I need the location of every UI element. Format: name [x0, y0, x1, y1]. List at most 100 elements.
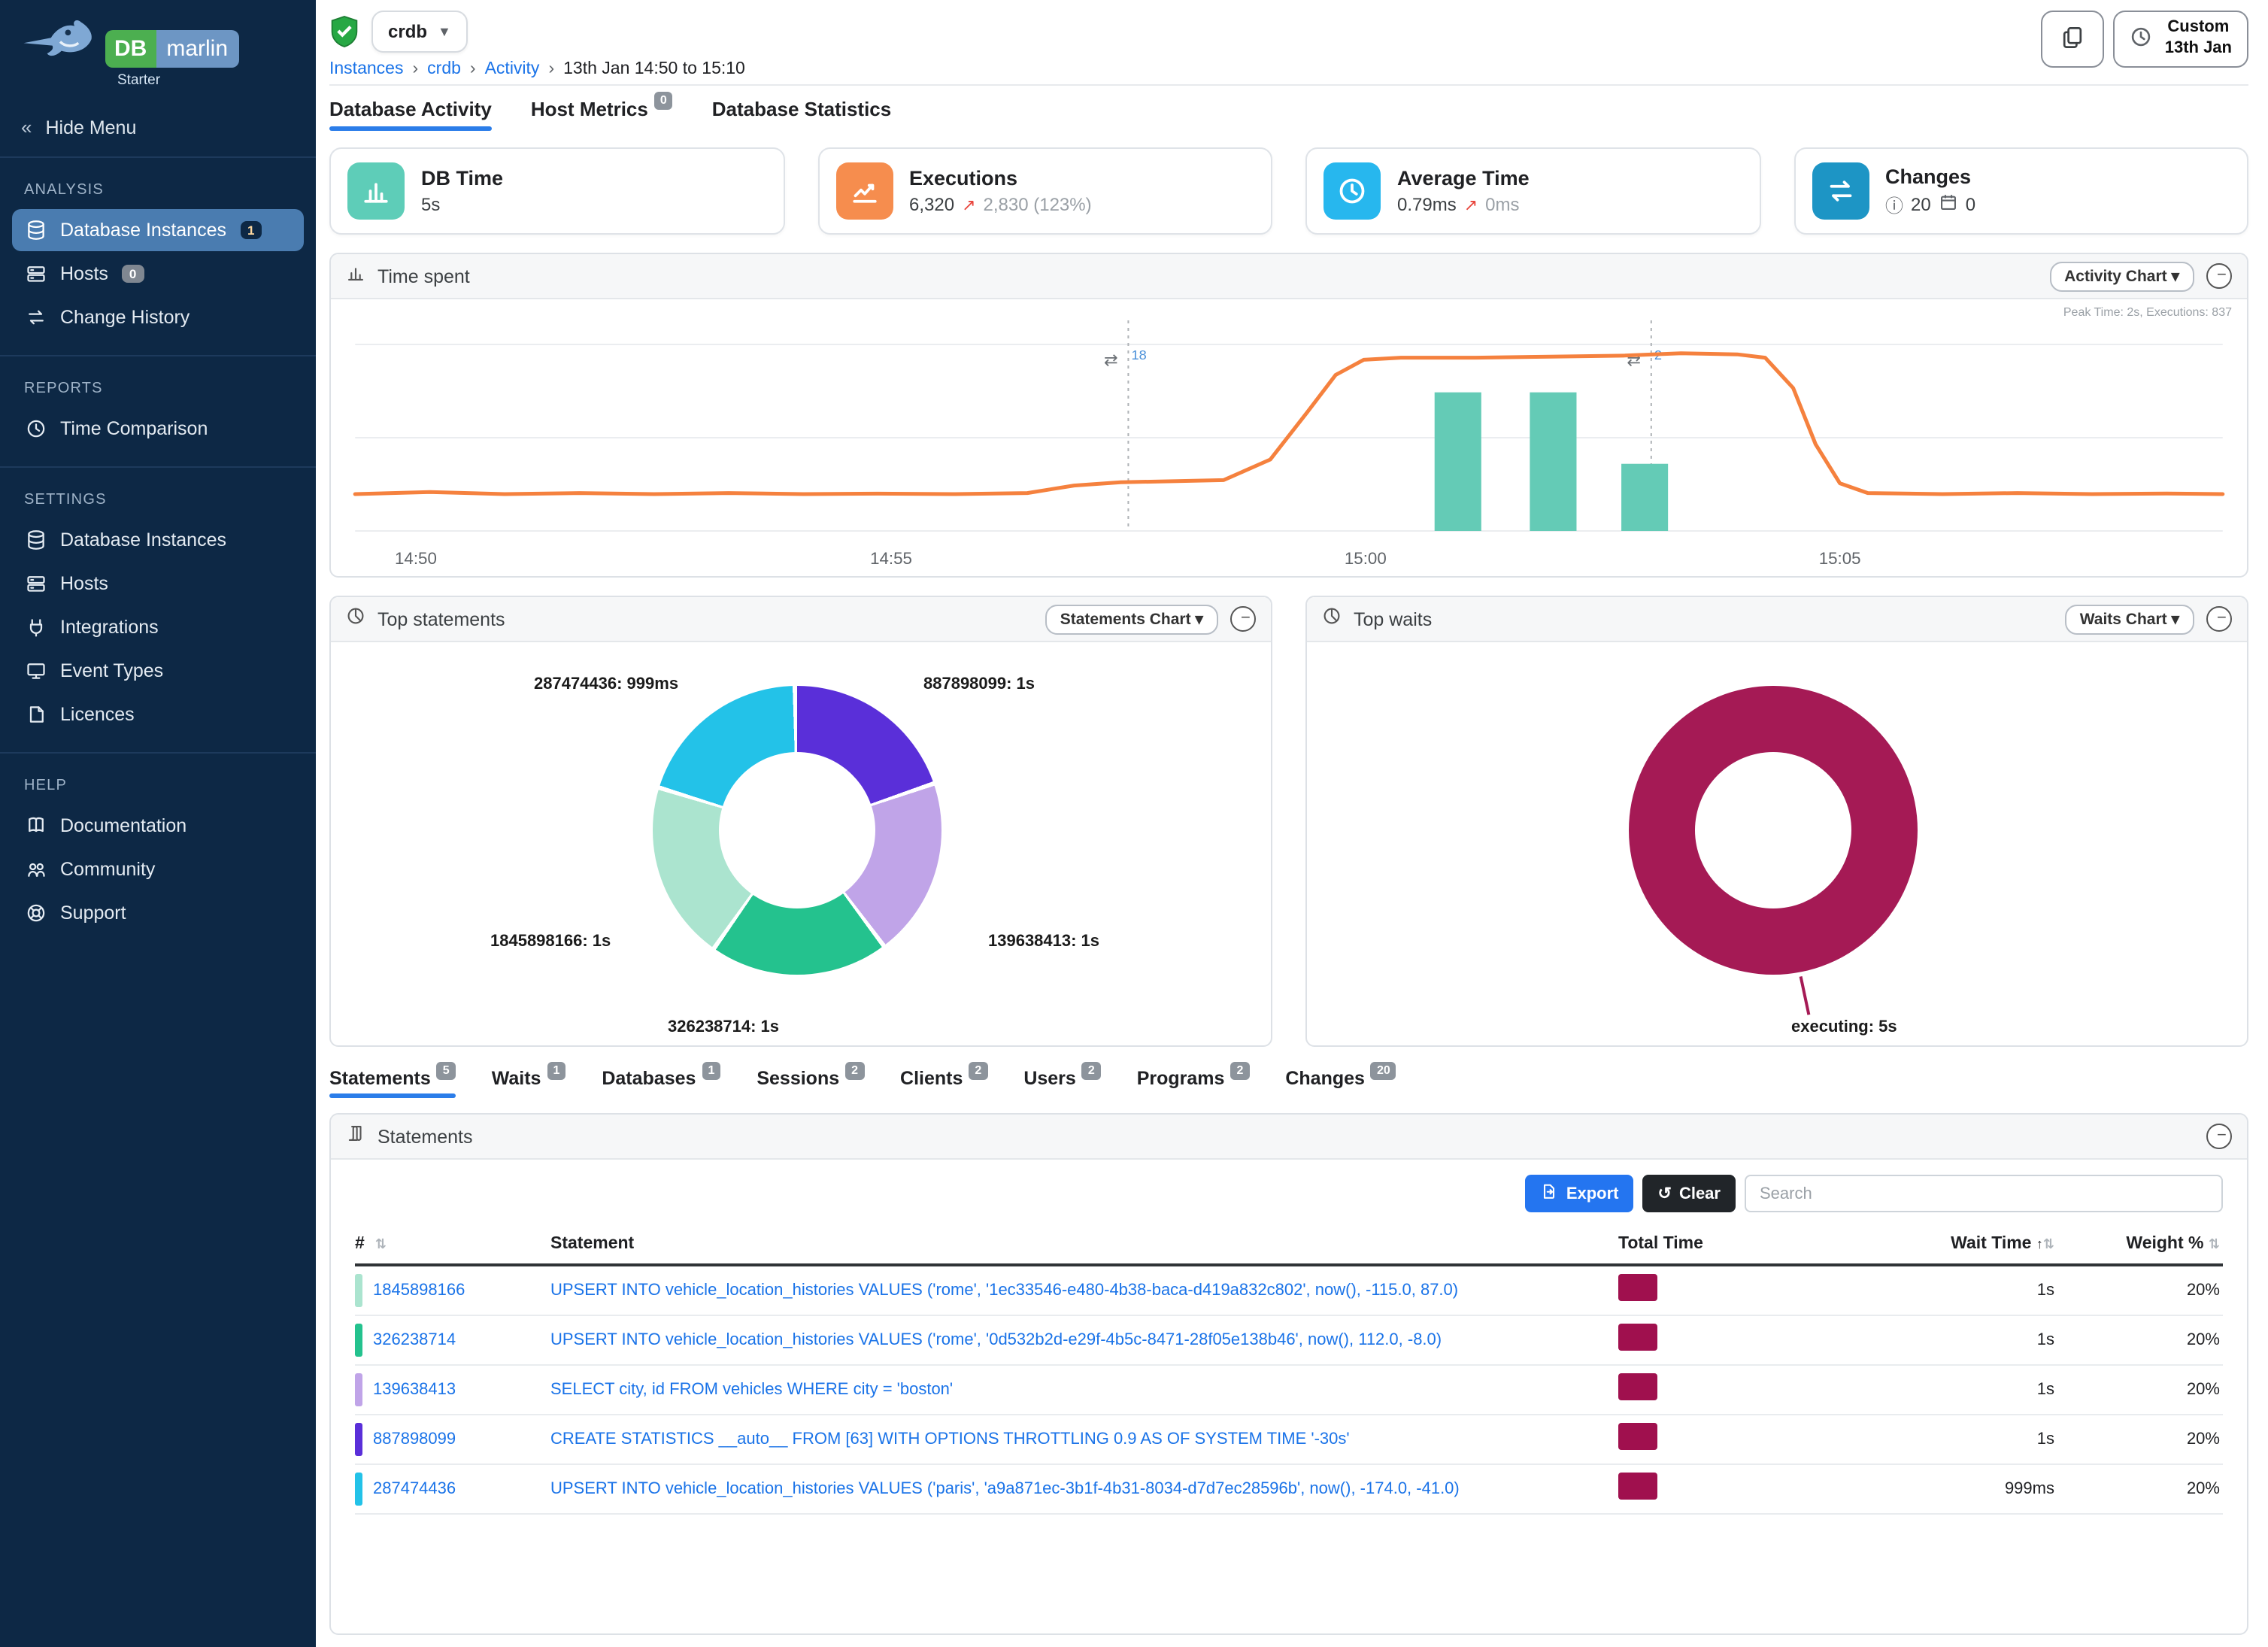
donut-leader-line: [1800, 976, 1810, 1015]
scroll-icon: [346, 1123, 365, 1150]
donut-ring[interactable]: [653, 686, 941, 975]
kpi-value: 6,320: [909, 194, 954, 215]
undo-icon: ↺: [1658, 1184, 1672, 1203]
instance-selector[interactable]: crdb ▼: [371, 11, 468, 53]
sidebar-item-label: Time Comparison: [60, 418, 208, 439]
sidebar-item-hosts[interactable]: Hosts: [12, 563, 304, 605]
statement-sql-link[interactable]: SELECT city, id FROM vehicles WHERE city…: [550, 1381, 1603, 1399]
weight-value: 20%: [2054, 1430, 2220, 1448]
sort-by-id[interactable]: # ⇅: [355, 1235, 550, 1253]
top-bar: crdb ▼ Instances›crdb›Activity›13th Jan …: [329, 0, 2248, 86]
export-button[interactable]: Export: [1526, 1175, 1634, 1212]
sidebar-item-event-types[interactable]: Event Types: [12, 650, 304, 692]
tab-waits[interactable]: Waits1: [492, 1068, 566, 1098]
donut-ring[interactable]: [1629, 686, 1918, 975]
statement-sql-link[interactable]: UPSERT INTO vehicle_location_histories V…: [550, 1282, 1603, 1300]
sort-by-wait-time[interactable]: Wait Time ↑⇅: [1754, 1235, 2054, 1253]
statement-color-chip: [355, 1473, 362, 1506]
tab-clients[interactable]: Clients2: [900, 1068, 987, 1098]
breadcrumb-separator: ›: [412, 60, 418, 78]
search-input[interactable]: [1745, 1175, 2223, 1212]
statement-id-link[interactable]: 326238714: [373, 1331, 456, 1349]
sidebar-item-support[interactable]: Support: [12, 892, 304, 934]
clock-icon: [2130, 26, 2153, 53]
sidebar-item-time-comparison[interactable]: Time Comparison: [12, 408, 304, 450]
time-range-date: 13th Jan: [2165, 39, 2232, 60]
statement-sql-link[interactable]: CREATE STATISTICS __auto__ FROM [63] WIT…: [550, 1430, 1603, 1448]
tab-label: Waits: [492, 1068, 541, 1089]
licence-icon: [26, 704, 47, 725]
hide-menu-button[interactable]: « Hide Menu: [0, 98, 316, 158]
collapse-icon[interactable]: −: [2206, 263, 2232, 289]
tab-database-activity[interactable]: Database Activity: [329, 98, 492, 131]
total-time-bar: [1618, 1273, 1657, 1300]
count-badge: 2: [1082, 1062, 1101, 1080]
table-row: 287474436 UPSERT INTO vehicle_location_hi…: [355, 1465, 2223, 1515]
sidebar-item-change-history[interactable]: Change History: [12, 296, 304, 338]
statement-color-chip: [355, 1324, 362, 1357]
copy-link-button[interactable]: [2042, 11, 2105, 68]
pie-chart-icon: [346, 605, 365, 632]
tab-changes[interactable]: Changes20: [1285, 1068, 1396, 1098]
count-badge: 5: [437, 1062, 456, 1080]
collapse-icon[interactable]: −: [2206, 1124, 2232, 1149]
time-range-button[interactable]: Custom 13th Jan: [2114, 11, 2248, 68]
breadcrumb-item[interactable]: Activity: [485, 60, 540, 78]
donut-slice-label: executing: 5s: [1791, 1018, 1897, 1036]
sidebar-item-database-instances[interactable]: Database Instances: [12, 519, 304, 561]
tab-statements[interactable]: Statements5: [329, 1068, 456, 1098]
sidebar-item-integrations[interactable]: Integrations: [12, 606, 304, 648]
svg-text:⇄: ⇄: [1104, 350, 1118, 369]
activity-chart-dropdown[interactable]: Activity Chart ▾: [2049, 261, 2194, 291]
time-spent-chart[interactable]: ⇄18⇄214:5014:5515:0015:05: [343, 305, 2235, 573]
sidebar-item-documentation[interactable]: Documentation: [12, 805, 304, 847]
tab-database-statistics[interactable]: Database Statistics: [712, 98, 891, 131]
collapse-icon[interactable]: −: [1230, 606, 1256, 632]
info-icon: ⓘ: [1885, 192, 1903, 217]
waits-chart-dropdown[interactable]: Waits Chart ▾: [2065, 604, 2194, 634]
sidebar-item-database-instances[interactable]: Database Instances1: [12, 209, 304, 251]
plug-icon: [26, 617, 47, 638]
tab-databases[interactable]: Databases1: [602, 1068, 720, 1098]
statement-sql-link[interactable]: UPSERT INTO vehicle_location_histories V…: [550, 1331, 1603, 1349]
sidebar-item-hosts[interactable]: Hosts0: [12, 253, 304, 295]
collapse-icon[interactable]: −: [2206, 606, 2232, 632]
chevron-down-icon: ▼: [438, 24, 451, 39]
breadcrumb-item[interactable]: crdb: [427, 60, 461, 78]
sidebar-item-label: Change History: [60, 307, 190, 328]
breadcrumb-item[interactable]: Instances: [329, 60, 403, 78]
tab-sessions[interactable]: Sessions2: [757, 1068, 864, 1098]
sort-icon: ⇅: [2043, 1236, 2054, 1251]
main-content: crdb ▼ Instances›crdb›Activity›13th Jan …: [316, 0, 2268, 1647]
kpi-title: Average Time: [1397, 167, 1530, 190]
sort-by-weight[interactable]: Weight % ⇅: [2054, 1235, 2220, 1253]
waits-donut-chart[interactable]: executing: 5s: [1307, 642, 2247, 1045]
wait-time-value: 1s: [1754, 1282, 2054, 1300]
statement-id-link[interactable]: 887898099: [373, 1430, 456, 1448]
kpi-changes: Changes ⓘ 20 0: [1793, 147, 2248, 235]
copy-icon: [2060, 23, 2087, 55]
statements-donut-chart[interactable]: 887898099: 1s139638413: 1s326238714: 1s1…: [331, 642, 1271, 1045]
statement-id-link[interactable]: 1845898166: [373, 1282, 465, 1300]
count-badge: 1: [702, 1062, 720, 1080]
total-time-bar: [1618, 1472, 1657, 1499]
count-badge: 0: [122, 265, 144, 284]
sidebar-item-label: Licences: [60, 704, 135, 725]
tab-host-metrics[interactable]: Host Metrics0: [531, 98, 673, 131]
svg-text:15:00: 15:00: [1345, 549, 1387, 568]
statement-sql-link[interactable]: UPSERT INTO vehicle_location_histories V…: [550, 1480, 1603, 1498]
section-label: REPORTS: [12, 369, 304, 406]
brand-wordmark: DB marlin: [105, 30, 238, 68]
tab-users[interactable]: Users2: [1023, 1068, 1100, 1098]
clear-button[interactable]: ↺ Clear: [1643, 1175, 1736, 1212]
kpi-delta: 2,830 (123%): [984, 194, 1092, 215]
statements-chart-dropdown[interactable]: Statements Chart ▾: [1045, 604, 1218, 634]
statement-id-link[interactable]: 139638413: [373, 1381, 456, 1399]
weight-value: 20%: [2054, 1282, 2220, 1300]
sidebar-item-licences[interactable]: Licences: [12, 693, 304, 736]
tab-programs[interactable]: Programs2: [1137, 1068, 1250, 1098]
doc-icon: [26, 815, 47, 836]
statement-id-link[interactable]: 287474436: [373, 1480, 456, 1498]
sidebar-sections: ANALYSISDatabase Instances1Hosts0Change …: [0, 158, 316, 951]
sidebar-item-community[interactable]: Community: [12, 848, 304, 890]
